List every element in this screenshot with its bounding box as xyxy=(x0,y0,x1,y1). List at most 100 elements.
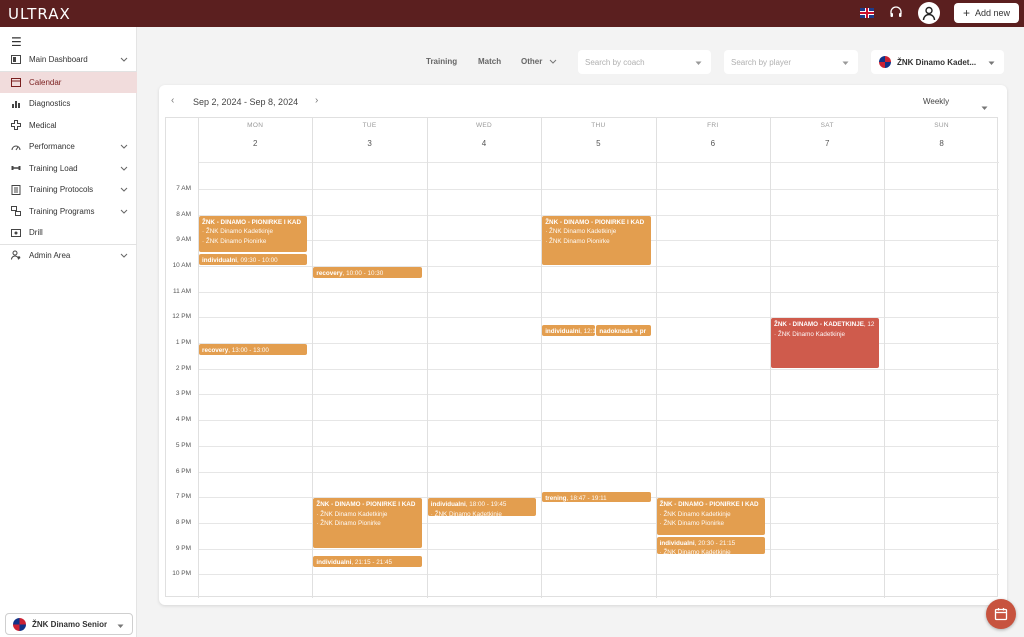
event-title: individualni xyxy=(659,539,695,547)
next-week-icon[interactable]: › xyxy=(315,95,318,106)
filter-training[interactable]: Training xyxy=(426,57,457,66)
calendar-event[interactable]: individualni, 12:1 xyxy=(542,324,596,336)
caret-down-icon xyxy=(981,98,988,116)
day-number: 5 xyxy=(596,139,601,148)
event-title: ŽNK - DINAMO - PIONIRKE I KAD xyxy=(316,501,416,509)
day-column[interactable] xyxy=(884,118,998,598)
team-selector[interactable]: ŽNK Dinamo Senior xyxy=(5,613,133,635)
day-name: THU xyxy=(591,122,606,129)
prev-week-icon[interactable]: ‹ xyxy=(171,95,174,106)
day-number: 2 xyxy=(252,139,258,148)
sidebar-item-training-load[interactable]: Training Load xyxy=(0,158,137,180)
user-avatar-icon[interactable] xyxy=(917,2,940,24)
speed-icon xyxy=(10,141,21,152)
calendar-icon xyxy=(10,77,21,88)
sidebar-item-label: Training Load xyxy=(29,163,78,173)
team-selector-label: ŽNK Dinamo Senior xyxy=(32,619,108,629)
caret-down-icon xyxy=(842,59,849,68)
chevron-down-icon xyxy=(120,142,128,151)
hour-label: 10 PM xyxy=(172,570,191,578)
menu-icon[interactable]: ☰ xyxy=(11,35,22,49)
filter-match[interactable]: Match xyxy=(478,57,501,66)
calendar-event[interactable]: ŽNK - DINAMO - PIONIRKE I KAD · ŽNK Dinam… xyxy=(656,498,765,535)
hour-label: 3 PM xyxy=(175,390,191,398)
caret-down-icon xyxy=(695,59,702,68)
program-icon xyxy=(10,206,21,217)
event-title: individualni xyxy=(202,257,237,265)
uk-flag-icon[interactable] xyxy=(859,8,874,18)
event-time: , 13:00 - 13:00 xyxy=(228,347,269,355)
team-filter-select[interactable]: ŽNK Dinamo Kadet... xyxy=(871,50,1004,74)
app-logo: ULTRAX xyxy=(8,4,71,23)
sidebar-item-diagnostics[interactable]: Diagnostics xyxy=(0,93,137,115)
calendar-event[interactable]: individualni, 18:00 - 19:45 · ŽNK Dinamo … xyxy=(427,498,537,516)
day-header: TUE 3 xyxy=(312,118,426,162)
calendar-event[interactable]: ŽNK - DINAMO - PIONIRKE I KAD · ŽNK Dinam… xyxy=(542,215,651,265)
sidebar-item-admin-area[interactable]: Admin Area xyxy=(0,245,137,267)
sidebar-item-label: Training Programs xyxy=(29,206,95,216)
day-number: 4 xyxy=(481,139,487,148)
calendar-event[interactable]: individualni, 09:30 - 10:00 xyxy=(199,254,308,265)
event-title: ŽNK - DINAMO - KADETKINJE xyxy=(774,321,864,329)
add-new-label: Add new xyxy=(974,8,1010,18)
player-search-input[interactable]: Search by player xyxy=(724,50,858,74)
sidebar-item-label: Calendar xyxy=(29,77,62,87)
caret-down-icon xyxy=(117,622,124,631)
event-time: , 10:00 - 10:30 xyxy=(342,269,384,277)
view-select[interactable]: Weekly xyxy=(923,97,949,106)
day-column[interactable] xyxy=(541,118,655,598)
event-title: individualni xyxy=(430,501,466,509)
calendar-event[interactable]: ŽNK - DINAMO - PIONIRKE I KAD · ŽNK Dinam… xyxy=(199,215,308,253)
event-time: , 18:47 - 19:11 xyxy=(566,494,607,502)
calendar-card: ‹ Sep 2, 2024 - Sep 8, 2024 › Weekly 7 A… xyxy=(159,85,1007,605)
sidebar-item-label: Diagnostics xyxy=(29,99,71,109)
sidebar: ☰ Main Dashboard Calendar Diagnostics Me… xyxy=(0,27,137,637)
day-header: SUN 8 xyxy=(884,118,998,162)
day-column[interactable] xyxy=(426,118,541,598)
chevron-down-icon xyxy=(120,185,128,194)
sidebar-item-training-programs[interactable]: Training Programs xyxy=(0,201,137,223)
day-header: WED 4 xyxy=(427,118,541,162)
event-title: trening xyxy=(545,494,567,502)
calendar-event[interactable]: ŽNK - DINAMO - PIONIRKE I KAD · ŽNK Dinam… xyxy=(313,498,422,548)
calendar-event[interactable]: nadoknada + pr xyxy=(596,324,651,336)
event-title: individualni xyxy=(545,327,581,335)
sidebar-item-drill[interactable]: Drill xyxy=(0,222,137,244)
day-column[interactable] xyxy=(198,118,312,598)
bar-chart-icon xyxy=(10,98,21,109)
load-icon xyxy=(10,163,21,174)
hour-label: 9 AM xyxy=(176,236,191,244)
event-title: recovery xyxy=(316,269,343,277)
player-search-placeholder: Search by player xyxy=(731,58,792,67)
sidebar-item-performance[interactable]: Performance xyxy=(0,136,137,158)
coach-search-input[interactable]: Search by coach xyxy=(578,50,711,74)
sidebar-item-calendar[interactable]: Calendar xyxy=(0,71,137,93)
chevron-down-icon xyxy=(549,59,556,64)
hour-label: 5 PM xyxy=(175,441,191,449)
calendar-event[interactable]: trening, 18:47 - 19:11 xyxy=(542,491,651,502)
filter-other[interactable]: Other xyxy=(521,57,557,66)
sidebar-item-training-protocols[interactable]: Training Protocols xyxy=(0,179,137,201)
day-header: SAT 7 xyxy=(770,118,884,162)
hour-label: 9 PM xyxy=(175,544,191,552)
calendar-event[interactable]: recovery, 10:00 - 10:30 xyxy=(313,266,422,278)
headset-icon[interactable] xyxy=(888,5,904,21)
event-title: ŽNK - DINAMO - PIONIRKE I KAD xyxy=(202,218,301,226)
calendar-fab-button[interactable] xyxy=(986,599,1016,629)
calendar-event[interactable]: individualni, 21:15 - 21:45 xyxy=(313,556,422,567)
top-bar: ULTRAX + Add new xyxy=(0,0,1024,27)
event-title: recovery xyxy=(202,347,229,355)
hour-label: 8 PM xyxy=(175,518,191,526)
calendar-event[interactable]: individualni, 20:30 - 21:15 · ŽNK Dinamo … xyxy=(656,536,765,555)
hour-label: 4 PM xyxy=(175,416,191,424)
hour-label: 2 PM xyxy=(175,364,191,372)
event-title: nadoknada + pr xyxy=(599,327,647,335)
calendar-event[interactable]: ŽNK - DINAMO - KADETKINJE, 12 · ŽNK Dinam… xyxy=(771,318,880,368)
filter-bar: Training Match Other Search by coach Sea… xyxy=(0,50,1024,74)
date-range: Sep 2, 2024 - Sep 8, 2024 xyxy=(193,97,299,107)
plus-icon: + xyxy=(962,6,970,20)
coach-search-placeholder: Search by coach xyxy=(585,58,645,67)
sidebar-item-medical[interactable]: Medical xyxy=(0,115,137,137)
add-new-button[interactable]: + Add new xyxy=(953,3,1019,23)
calendar-event[interactable]: recovery, 13:00 - 13:00 xyxy=(199,344,308,355)
